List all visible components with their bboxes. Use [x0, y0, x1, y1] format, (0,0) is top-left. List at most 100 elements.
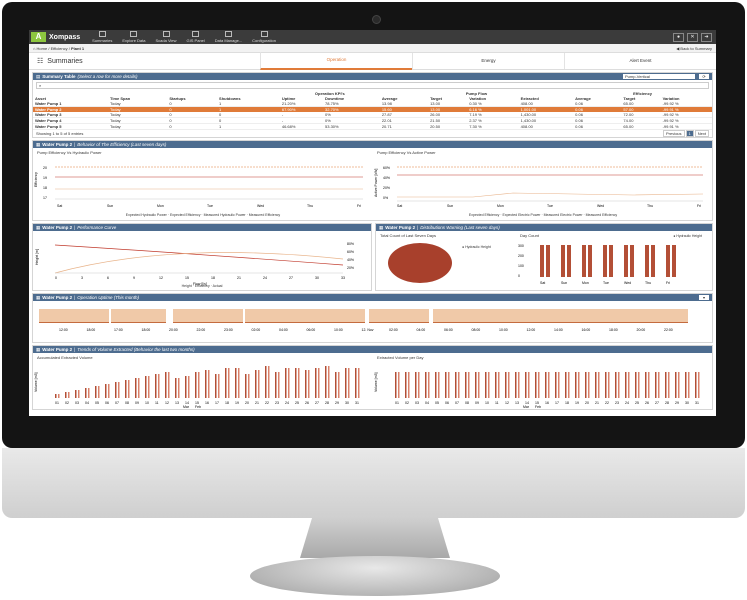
volume-bar — [265, 366, 267, 398]
volume-bar — [105, 384, 107, 398]
x-tick: 24 — [263, 276, 267, 280]
time-tick: 18:00 — [142, 328, 151, 332]
legend-item[interactable]: Measured Hydraulic Power — [204, 213, 246, 217]
nav-data-manage[interactable]: Data Manage... — [215, 31, 242, 43]
day-count-chart: Day Count ● Hydraulic Height 300 200 100… — [516, 231, 712, 289]
user-icon[interactable]: ● — [673, 32, 684, 42]
uptime-options-button[interactable]: ▾ — [699, 295, 709, 300]
next-button[interactable]: Next — [694, 130, 709, 137]
nav-configuration[interactable]: Configuration — [252, 31, 276, 43]
x-tick: 28 — [325, 401, 329, 405]
tab-energy[interactable]: Energy — [412, 53, 564, 69]
legend-item[interactable]: Expected Efficiency — [170, 213, 200, 217]
x-tick: Sun — [561, 281, 567, 285]
nav-gis-panel[interactable]: GIS Panel — [187, 31, 205, 43]
legend-item[interactable]: Measured Efficiency — [249, 213, 280, 217]
volume-bar — [145, 376, 147, 398]
tab-operation[interactable]: Operation — [260, 52, 412, 70]
x-tick: 19 — [235, 401, 239, 405]
app-logo[interactable]: A — [31, 32, 46, 42]
volume-per-day-chart: Extracted Volume per Day Volume [m3] 01 0… — [373, 353, 713, 409]
legend-item[interactable]: Height — [182, 284, 192, 288]
volume-bar — [675, 372, 677, 398]
y2-tick: 40% — [347, 258, 354, 262]
y-tick: 20 — [43, 166, 47, 170]
uptime-segment — [433, 309, 688, 323]
volume-bar — [195, 372, 197, 398]
x-tick: 03 — [75, 401, 79, 405]
table-cell: Water Pump 5 — [33, 123, 108, 130]
volume-bar — [495, 372, 497, 398]
x-tick: 9 — [133, 276, 135, 280]
breadcrumb-efficiency[interactable]: Efficiency — [51, 46, 68, 51]
volume-bar — [155, 374, 157, 398]
breadcrumb-sep: / — [48, 45, 50, 51]
pie-legend[interactable]: ● Hydraulic Height — [462, 245, 491, 249]
volume-bar — [258, 370, 260, 398]
table-cell: 65.00 — [621, 123, 661, 130]
nav-explore-data[interactable]: Explore Data — [122, 31, 145, 43]
legend-item[interactable]: Expected Hydraulic Power — [126, 213, 167, 217]
x-tick: 04 — [85, 401, 89, 405]
x-tick: Thu — [307, 204, 313, 208]
volume-bar — [698, 372, 700, 398]
back-to-summary-link[interactable]: ◀ Back to Summary — [676, 46, 712, 51]
legend-item[interactable]: Actual — [213, 284, 223, 288]
x-tick: 09 — [135, 401, 139, 405]
breadcrumb-current: Plant 1 — [71, 45, 85, 51]
volume-bar — [648, 372, 650, 398]
x-tick: 23 — [615, 401, 619, 405]
volume-bar — [588, 372, 590, 398]
pie-slice-hydraulic-height[interactable] — [388, 243, 452, 283]
nav-summaries[interactable]: Summaries — [92, 31, 112, 43]
volume-bar — [68, 392, 70, 398]
page-1-button[interactable]: 1 — [685, 130, 694, 137]
volume-bar — [485, 372, 487, 398]
x-tick: 20 — [585, 401, 589, 405]
volume-bar — [548, 372, 550, 398]
close-icon[interactable]: ✕ — [687, 32, 698, 42]
volume-bar — [688, 372, 690, 398]
chart-title: Pump Efficiency Vs Active Power — [377, 150, 436, 155]
volume-per-day-svg: Volume [m3] 01 02 03 04 05 06 07 08 09 10 11 12 13 14… — [374, 372, 700, 409]
legend-item[interactable]: Efficiency — [195, 284, 210, 288]
legend-item[interactable]: Measured Electric Power — [544, 213, 583, 217]
refresh-icon[interactable]: ⟳ — [699, 74, 709, 79]
x-tick: Tue — [547, 204, 553, 208]
brand-name: Xompass — [49, 33, 81, 41]
title-and-tabs: ☷ Summaries Operation Energy Alert Event — [29, 52, 716, 70]
volume-bar — [628, 372, 630, 398]
nav-scada-view[interactable]: Scada View — [155, 31, 177, 43]
volume-bar — [415, 372, 417, 398]
logout-icon[interactable]: ➜ — [701, 32, 712, 42]
volume-bar — [638, 372, 640, 398]
behavior-header: ▦ Water Pump 2 | Behavior of The Efficien… — [33, 141, 712, 148]
legend-item[interactable]: Measured Efficiency — [586, 213, 617, 217]
tab-alert-event[interactable]: Alert Event — [564, 53, 716, 69]
time-tick: 12:00 — [527, 328, 536, 332]
volume-bar — [695, 372, 697, 398]
table-search-input[interactable]: ⌕ — [36, 82, 709, 89]
bar-legend[interactable]: ● Hydraulic Height — [673, 234, 702, 238]
pump-type-select[interactable]: Pump-Vertical — [623, 74, 695, 79]
pie-chart: Total Count of Last Seven Days ● Hydraul… — [376, 231, 516, 289]
volume-bar — [138, 378, 140, 398]
volume-bar — [558, 372, 560, 398]
x-tick: 04 — [425, 401, 429, 405]
x-tick: 25 — [295, 401, 299, 405]
x-tick: 03 — [415, 401, 419, 405]
accumulated-bars: 01 02 03 04 05 06 07 08 09 10 11 12 13 14 15 16 17 18 19 20… — [55, 366, 360, 409]
volume-bar — [428, 372, 430, 398]
volume-bar — [488, 372, 490, 398]
chart-icon: ▦ — [36, 142, 41, 147]
uptime-baseline — [173, 322, 243, 323]
efficiency-hydraulic-chart: Pump Efficiency Vs Hydraulic Power Effic… — [33, 148, 373, 220]
table-cell: 0 — [167, 123, 218, 130]
legend-item[interactable]: Expected Efficiency — [469, 213, 499, 217]
day-bar — [651, 245, 655, 277]
table-row[interactable]: Water Pump 5 Today 0 1 46.68% 53.30% 20.71 20.5… — [33, 123, 712, 130]
previous-button[interactable]: Previous — [662, 130, 685, 137]
time-tick: 14:00 — [554, 328, 563, 332]
breadcrumb-home[interactable]: Home — [37, 46, 48, 51]
legend-item[interactable]: Expected Electric Power — [503, 213, 541, 217]
